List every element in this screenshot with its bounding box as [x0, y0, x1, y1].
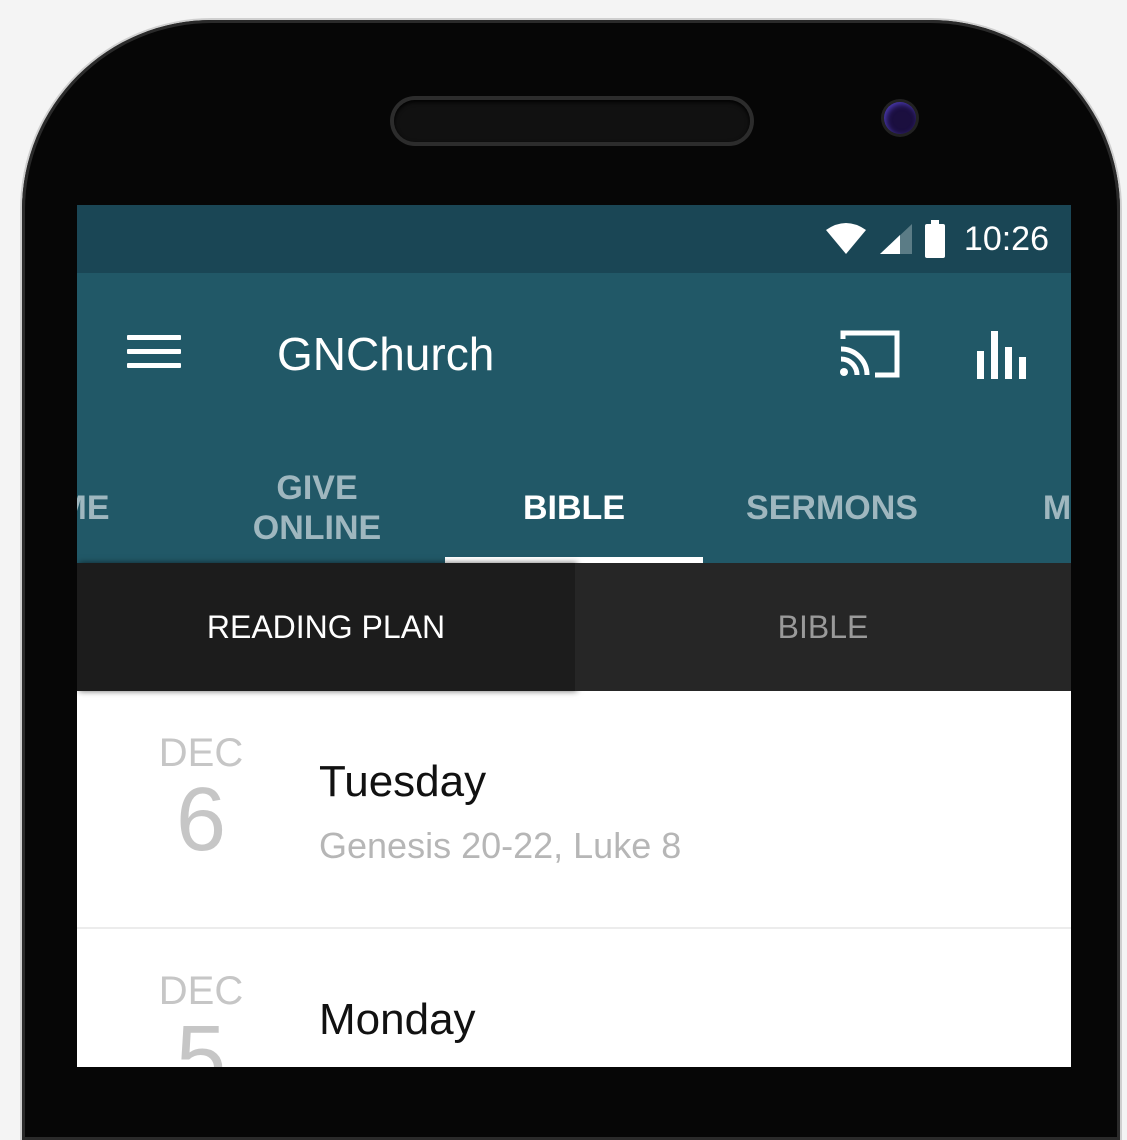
- cast-icon[interactable]: [837, 327, 903, 381]
- status-time: 10:26: [963, 219, 1049, 258]
- wifi-icon: [825, 223, 866, 254]
- list-item[interactable]: DEC 6 Tuesday Genesis 20-22, Luke 8: [77, 691, 1071, 929]
- earpiece: [394, 100, 750, 142]
- app-title: GNChurch: [277, 328, 495, 380]
- tab-bible[interactable]: BIBLE: [445, 453, 703, 563]
- sub-tab-bar: READING PLAN BIBLE: [77, 563, 1071, 691]
- app-toolbar: GNChurch ME GIVE ONLINE BIBLE SERMONS M: [77, 273, 1071, 563]
- equalizer-icon[interactable]: [975, 331, 1033, 379]
- tab-home[interactable]: ME: [77, 453, 129, 563]
- item-title: Tuesday: [319, 757, 487, 806]
- signal-icon: [879, 224, 912, 254]
- tab-more[interactable]: M: [1032, 453, 1071, 563]
- item-title: Monday: [319, 995, 476, 1044]
- app-screen: 10:26 GNChurch ME GIVE ONLINE BIBLE SERM…: [77, 205, 1071, 1067]
- reading-plan-list: DEC 6 Tuesday Genesis 20-22, Luke 8 DEC …: [77, 691, 1071, 1067]
- menu-icon[interactable]: [127, 335, 181, 371]
- tab-give-online-label: GIVE ONLINE: [252, 469, 382, 547]
- front-camera: [884, 102, 916, 134]
- tab-bar: ME GIVE ONLINE BIBLE SERMONS M: [77, 453, 1071, 563]
- battery-icon: [924, 220, 945, 258]
- tab-give-online[interactable]: GIVE ONLINE: [227, 453, 407, 563]
- subtab-reading-plan[interactable]: READING PLAN: [77, 563, 575, 691]
- list-item[interactable]: DEC 5 Monday: [77, 929, 1071, 1067]
- status-bar: 10:26: [77, 205, 1071, 273]
- tab-sermons[interactable]: SERMONS: [727, 453, 937, 563]
- status-icons: 10:26: [824, 219, 1049, 259]
- date-day: 6: [175, 770, 227, 870]
- subtab-bible[interactable]: BIBLE: [575, 563, 1071, 691]
- date-day: 5: [175, 1008, 227, 1067]
- item-subtitle: Genesis 20-22, Luke 8: [319, 825, 682, 866]
